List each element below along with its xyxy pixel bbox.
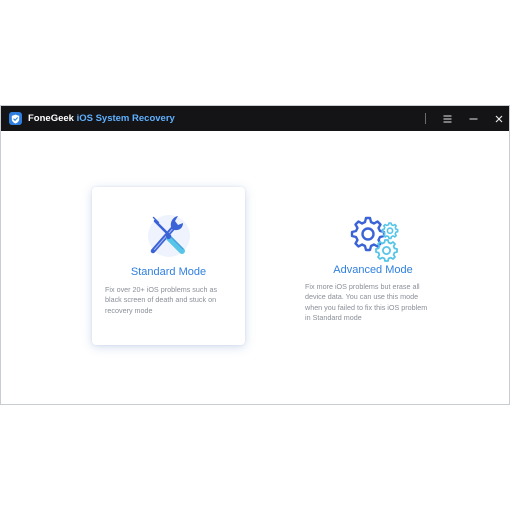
menu-button[interactable] [438, 110, 456, 127]
minimize-icon [469, 118, 477, 119]
standard-mode-description-line: black screen of death and stuck on [105, 295, 217, 305]
standard-mode-description: Fix over 20+ iOS problems such as black … [105, 285, 240, 316]
advanced-mode-card[interactable]: Advanced Mode Fix more iOS problems but … [293, 187, 453, 345]
menu-icon [443, 115, 451, 122]
advanced-mode-description-line: when you failed to fix this iOS problem [305, 302, 428, 312]
app-window: FoneGeek iOS System Recovery Standard Mo… [0, 105, 510, 405]
close-button[interactable] [490, 110, 508, 127]
standard-mode-title: Standard Mode [130, 266, 207, 278]
advanced-mode-description: Fix more iOS problems but erase all devi… [305, 282, 450, 324]
advanced-mode-description-line: device data. You can use this mode [305, 292, 419, 302]
standard-mode-description-line: Fix over 20+ iOS problems such as [105, 285, 218, 294]
advanced-mode-description-line: in Standard mode [305, 313, 362, 323]
advanced-mode-description-line: Fix more iOS problems but erase all [305, 282, 420, 291]
app-title-brand: FoneGeek [28, 113, 74, 124]
tools-icon [147, 215, 190, 257]
minimize-button[interactable] [464, 110, 482, 127]
shield-icon [9, 112, 22, 125]
app-title-product: iOS System Recovery [76, 113, 175, 124]
title-divider [425, 113, 426, 124]
standard-mode-description-line: recovery mode [105, 305, 153, 315]
close-icon [495, 115, 503, 122]
title-bar: FoneGeek iOS System Recovery [1, 106, 509, 131]
gears-icon [350, 216, 399, 262]
app-title: FoneGeek iOS System Recovery [28, 112, 175, 125]
standard-mode-card[interactable]: Standard Mode Fix over 20+ iOS problems … [92, 187, 245, 345]
advanced-mode-title: Advanced Mode [333, 264, 413, 276]
